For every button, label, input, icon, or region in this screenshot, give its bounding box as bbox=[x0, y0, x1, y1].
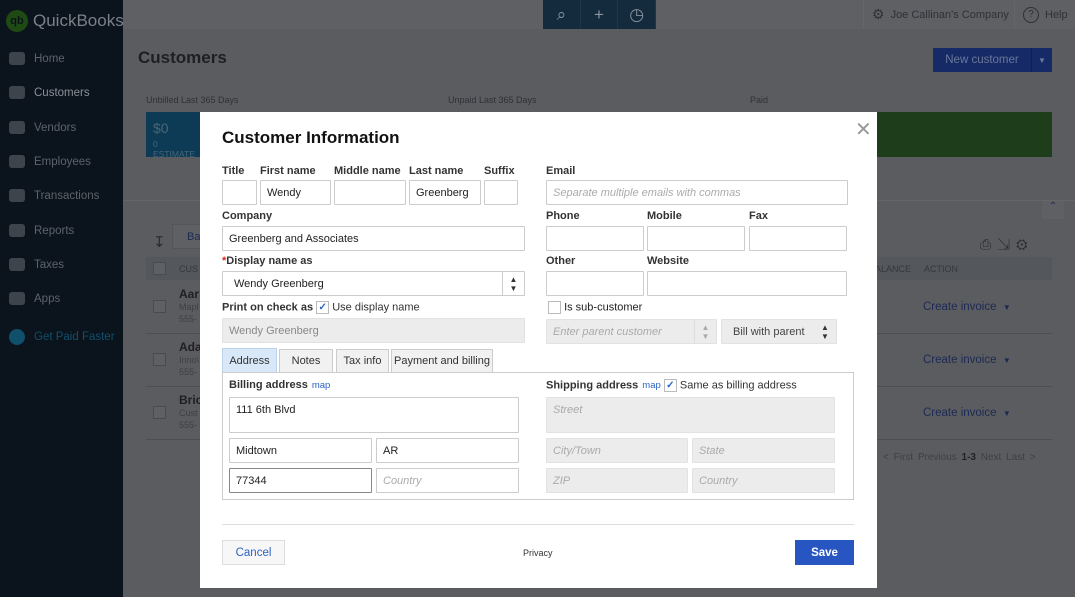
paid-label: Paid bbox=[750, 95, 769, 105]
parent-customer-select[interactable]: Enter parent customer ▲ ▼ bbox=[546, 319, 717, 344]
customer-information-dialog: Customer Information ✕ Title First name … bbox=[200, 112, 877, 588]
home-icon bbox=[9, 52, 25, 65]
help-icon: ? bbox=[1023, 6, 1039, 23]
create-invoice-link[interactable]: Create invoice ▼ bbox=[923, 407, 1011, 419]
billing-street-input[interactable]: 111 6th Blvd bbox=[229, 397, 519, 433]
quickbooks-logo[interactable]: qb QuickBooks bbox=[6, 10, 124, 32]
sidebar-item-apps[interactable]: Apps bbox=[9, 292, 60, 305]
customers-icon bbox=[9, 86, 25, 99]
sidebar: qb QuickBooks Home Customers Vendors Empl… bbox=[0, 0, 124, 597]
sidebar-item-taxes[interactable]: Taxes bbox=[9, 258, 64, 271]
other-input[interactable] bbox=[546, 271, 644, 296]
sidebar-item-employees[interactable]: Employees bbox=[9, 155, 91, 168]
sidebar-item-customers[interactable]: Customers bbox=[9, 86, 90, 99]
caret-down-icon: ▼ bbox=[1002, 303, 1011, 312]
new-customer-button[interactable]: New customer ▼ bbox=[933, 48, 1052, 72]
billing-map-link[interactable]: map bbox=[312, 380, 330, 391]
privacy-link[interactable]: Privacy bbox=[523, 548, 553, 558]
shipping-street-input[interactable]: Street bbox=[546, 397, 835, 433]
plus-icon[interactable]: + bbox=[581, 0, 619, 29]
billing-city-input[interactable]: Midtown bbox=[229, 438, 372, 463]
tab-address[interactable]: Address bbox=[222, 348, 277, 372]
sub-customer-checkbox[interactable] bbox=[548, 301, 561, 314]
pagination: < First Previous 1-3 Next Last > bbox=[883, 452, 1036, 463]
sidebar-item-home[interactable]: Home bbox=[9, 52, 65, 65]
create-invoice-link[interactable]: Create invoice ▼ bbox=[923, 301, 1011, 313]
create-invoice-link[interactable]: Create invoice ▼ bbox=[923, 354, 1011, 366]
shipping-country-input[interactable]: Country bbox=[692, 468, 835, 493]
shipping-state-input[interactable]: State bbox=[692, 438, 835, 463]
transactions-icon bbox=[9, 189, 25, 202]
table-actions: ⎙⇲⚙ bbox=[980, 236, 1034, 253]
unpaid-label: Unpaid Last 365 Days bbox=[448, 95, 537, 105]
select-arrows-icon: ▲ ▼ bbox=[821, 322, 829, 341]
gear-icon: ⚙ bbox=[872, 6, 885, 22]
sidebar-item-vendors[interactable]: Vendors bbox=[9, 121, 76, 134]
select-all-checkbox[interactable] bbox=[153, 262, 166, 275]
fax-input[interactable] bbox=[749, 226, 847, 251]
display-name-select[interactable]: Wendy Greenberg ▲ ▼ bbox=[222, 271, 525, 296]
mobile-input[interactable] bbox=[647, 226, 745, 251]
dialog-title: Customer Information bbox=[222, 128, 400, 147]
use-display-name-checkbox[interactable]: ✓ bbox=[316, 301, 330, 314]
select-arrows-icon: ▲ ▼ bbox=[694, 320, 716, 343]
row-checkbox[interactable] bbox=[153, 353, 166, 366]
chevron-up-icon[interactable]: ⌃ bbox=[1042, 201, 1064, 219]
close-icon[interactable]: ✕ bbox=[855, 117, 872, 142]
chevron-down-icon[interactable]: ▼ bbox=[1031, 48, 1052, 72]
print-icon[interactable]: ⎙ bbox=[980, 236, 997, 252]
page-title: Customers bbox=[138, 48, 227, 67]
divider bbox=[222, 524, 854, 525]
shipping-city-input[interactable]: City/Town bbox=[546, 438, 688, 463]
row-checkbox[interactable] bbox=[153, 406, 166, 419]
help-button[interactable]: ? Help bbox=[1014, 0, 1068, 29]
suffix-input[interactable] bbox=[484, 180, 518, 205]
save-button[interactable]: Save bbox=[795, 540, 854, 565]
unbilled-summary[interactable]: $0 0 ESTIMATE bbox=[146, 112, 206, 159]
recent-icon[interactable]: ◷ bbox=[618, 0, 657, 29]
shipping-zip-input[interactable]: ZIP bbox=[546, 468, 688, 493]
billing-state-input[interactable]: AR bbox=[376, 438, 519, 463]
last-name-input[interactable]: Greenberg bbox=[409, 180, 481, 205]
bill-with-parent-select[interactable]: Bill with parent ▲ ▼ bbox=[721, 319, 837, 344]
sidebar-item-transactions[interactable]: Transactions bbox=[9, 189, 99, 202]
first-name-input[interactable]: Wendy bbox=[260, 180, 331, 205]
same-as-billing-checkbox[interactable]: ✓ bbox=[663, 379, 677, 392]
website-input[interactable] bbox=[647, 271, 847, 296]
middle-name-input[interactable] bbox=[334, 180, 406, 205]
caret-down-icon: ▼ bbox=[1002, 409, 1011, 418]
reports-icon bbox=[9, 224, 25, 237]
tab-payment-and-billing[interactable]: Payment and billing bbox=[391, 349, 493, 372]
email-input[interactable]: Separate multiple emails with commas bbox=[546, 180, 848, 205]
tab-notes[interactable]: Notes bbox=[279, 349, 333, 372]
search-icon[interactable]: ⌕ bbox=[543, 0, 581, 29]
caret-down-icon: ▼ bbox=[1002, 356, 1011, 365]
sidebar-item-get-paid-faster[interactable]: Get Paid Faster bbox=[9, 329, 115, 345]
paid-summary-bar[interactable] bbox=[877, 112, 1052, 157]
phone-input[interactable] bbox=[546, 226, 644, 251]
tab-tax-info[interactable]: Tax info bbox=[336, 349, 389, 372]
select-arrows-icon: ▲ ▼ bbox=[502, 272, 524, 295]
sort-arrow-icon[interactable]: ↧ bbox=[153, 233, 166, 251]
title-input[interactable] bbox=[222, 180, 257, 205]
shipping-map-link[interactable]: map bbox=[642, 380, 660, 391]
cancel-button[interactable]: Cancel bbox=[222, 540, 285, 565]
employees-icon bbox=[9, 155, 25, 168]
vendors-icon bbox=[9, 121, 25, 134]
billing-zip-input[interactable]: 77344 bbox=[229, 468, 372, 493]
company-menu[interactable]: ⚙ Joe Callinan's Company bbox=[863, 0, 1009, 29]
gear-icon[interactable]: ⚙ bbox=[1016, 236, 1033, 252]
taxes-icon bbox=[9, 258, 25, 271]
print-on-check-input[interactable]: Wendy Greenberg bbox=[222, 318, 525, 343]
billing-country-input[interactable]: Country bbox=[376, 468, 519, 493]
sidebar-item-reports[interactable]: Reports bbox=[9, 224, 74, 237]
quick-actions: ⌕ + ◷ bbox=[543, 0, 657, 29]
row-checkbox[interactable] bbox=[153, 300, 166, 313]
unbilled-label: Unbilled Last 365 Days bbox=[146, 95, 239, 105]
star-icon bbox=[9, 329, 25, 345]
apps-icon bbox=[9, 292, 25, 305]
company-input[interactable]: Greenberg and Associates bbox=[222, 226, 525, 251]
export-icon[interactable]: ⇲ bbox=[997, 236, 1016, 252]
